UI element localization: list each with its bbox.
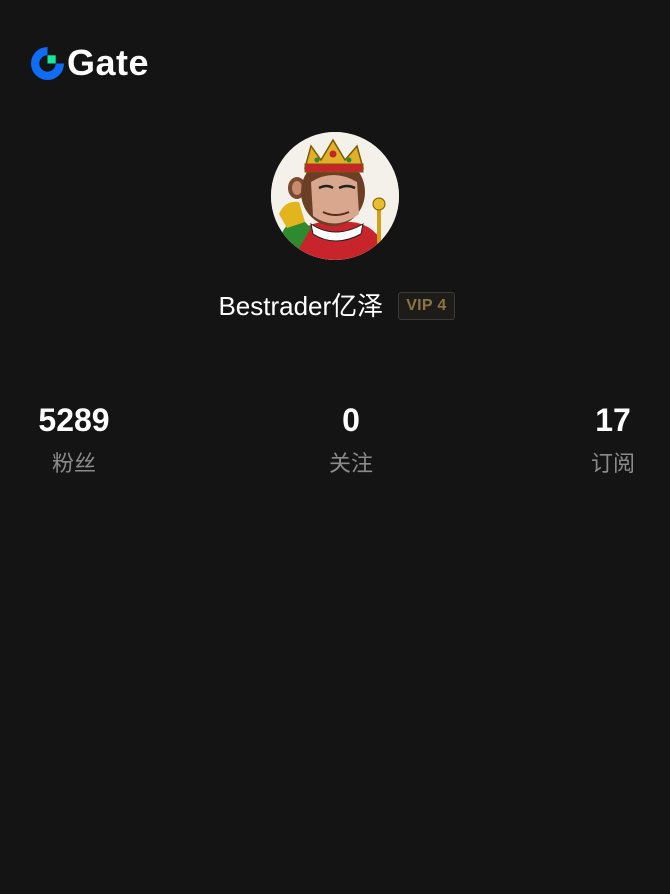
profile-page: Gate Bestrader亿泽 VIP 4 5289 粉丝 0 关注 17 订… xyxy=(0,0,670,894)
gate-logo-icon xyxy=(31,46,64,80)
ape-king-avatar xyxy=(271,132,399,260)
stat-label: 关注 xyxy=(328,451,373,476)
stat-subscriptions[interactable]: 17 订阅 xyxy=(553,400,670,479)
username: Bestrader亿泽 xyxy=(218,291,384,321)
stat-value: 0 xyxy=(342,402,360,438)
stat-label: 订阅 xyxy=(590,451,635,476)
stat-following[interactable]: 0 关注 xyxy=(291,400,411,479)
avatar[interactable] xyxy=(271,132,399,260)
brand-name: Gate xyxy=(67,42,150,83)
profile-name-row: Bestrader亿泽 VIP 4 xyxy=(0,288,670,324)
gate-logo[interactable]: Gate xyxy=(31,42,150,83)
stat-label: 粉丝 xyxy=(51,451,96,476)
stat-value: 5289 xyxy=(38,402,110,438)
stat-value: 17 xyxy=(595,402,631,438)
stat-followers[interactable]: 5289 粉丝 xyxy=(14,400,134,479)
vip-badge[interactable]: VIP 4 xyxy=(398,292,455,320)
